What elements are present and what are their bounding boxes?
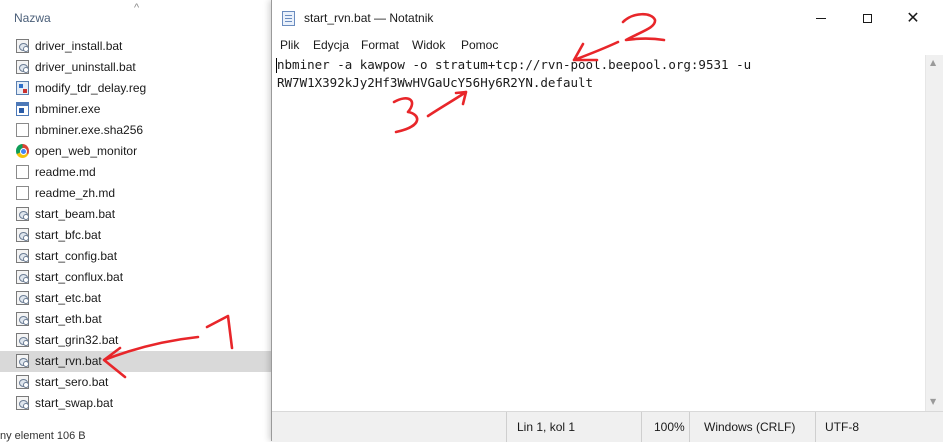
file-name: start_eth.bat bbox=[35, 312, 102, 326]
status-zoom-segment: 100% bbox=[641, 412, 690, 442]
file-name: start_conflux.bat bbox=[35, 270, 124, 284]
scroll-down-icon[interactable]: ▼ bbox=[930, 397, 936, 406]
file-row[interactable]: start_config.bat bbox=[0, 246, 272, 267]
close-icon: ✕ bbox=[906, 8, 920, 27]
file-name: nbminer.exe.sha256 bbox=[35, 123, 144, 137]
file-row[interactable]: nbminer.exe bbox=[0, 99, 272, 120]
file-icon bbox=[16, 186, 29, 200]
menu-format[interactable]: Format bbox=[361, 38, 399, 52]
file-name: open_web_monitor bbox=[35, 144, 138, 158]
scroll-up-icon[interactable]: ▲ bbox=[930, 58, 936, 67]
menu-edycja[interactable]: Edycja bbox=[313, 38, 349, 52]
name-column-header[interactable]: Nazwa bbox=[14, 11, 51, 25]
bat-file-icon bbox=[16, 39, 29, 53]
bat-file-icon bbox=[16, 60, 29, 74]
status-position-segment: Lin 1, kol 1 bbox=[506, 412, 642, 442]
file-icon bbox=[16, 123, 29, 137]
file-row[interactable]: readme_zh.md bbox=[0, 183, 272, 204]
file-row[interactable]: start_bfc.bat bbox=[0, 225, 272, 246]
status-encoding-segment: UTF-8 bbox=[815, 412, 926, 442]
file-name: start_swap.bat bbox=[35, 396, 114, 410]
file-name: readme_zh.md bbox=[35, 186, 116, 200]
menu-pomoc[interactable]: Pomoc bbox=[461, 38, 498, 52]
file-row[interactable]: start_swap.bat bbox=[0, 393, 272, 414]
sort-up-icon: ^ bbox=[134, 2, 140, 14]
reg-file-icon bbox=[16, 81, 29, 95]
notepad-window: start_rvn.bat — Notatnik ✕ Plik Edycja F… bbox=[271, 0, 943, 442]
zoom-level: 100% bbox=[654, 420, 685, 434]
menu-widok[interactable]: Widok bbox=[412, 38, 445, 52]
file-row[interactable]: driver_install.bat bbox=[0, 36, 272, 57]
file-row[interactable]: driver_uninstall.bat bbox=[0, 57, 272, 78]
bat-file-icon bbox=[16, 375, 29, 389]
editor-line-1: nbminer -a kawpow -o stratum+tcp://rvn-p… bbox=[277, 57, 752, 72]
line-ending: Windows (CRLF) bbox=[704, 420, 796, 434]
file-name: nbminer.exe bbox=[35, 102, 101, 116]
file-row[interactable]: start_conflux.bat bbox=[0, 267, 272, 288]
title-bar[interactable]: start_rvn.bat — Notatnik ✕ bbox=[272, 0, 943, 36]
text-editor[interactable]: nbminer -a kawpow -o stratum+tcp://rvn-p… bbox=[272, 55, 925, 411]
exe-file-icon bbox=[16, 102, 29, 116]
vertical-scrollbar[interactable]: ▲ ▼ bbox=[925, 55, 943, 411]
file-row[interactable]: start_eth.bat bbox=[0, 309, 272, 330]
file-name: start_rvn.bat bbox=[35, 354, 102, 368]
file-row[interactable]: readme.md bbox=[0, 162, 272, 183]
file-name: start_config.bat bbox=[35, 249, 118, 263]
status-line-ending-segment: Windows (CRLF) bbox=[689, 412, 816, 442]
editor-line-2: RW7W1X392kJy2Hf3WwHVGaUcY56Hy6R2YN.defau… bbox=[277, 75, 594, 90]
cursor-position: Lin 1, kol 1 bbox=[517, 420, 576, 434]
file-row[interactable]: start_sero.bat bbox=[0, 372, 272, 393]
file-name: start_beam.bat bbox=[35, 207, 116, 221]
file-row[interactable]: open_web_monitor bbox=[0, 141, 272, 162]
file-name: start_bfc.bat bbox=[35, 228, 102, 242]
status-bar: Lin 1, kol 1 100% Windows (CRLF) UTF-8 bbox=[272, 411, 943, 442]
minimize-button[interactable] bbox=[798, 0, 844, 36]
file-name: readme.md bbox=[35, 165, 96, 179]
notepad-icon bbox=[282, 11, 295, 26]
explorer-status: ny element 106 B bbox=[0, 430, 86, 442]
file-name: modify_tdr_delay.reg bbox=[35, 81, 147, 95]
maximize-icon bbox=[862, 13, 872, 23]
menu-bar: Plik Edycja Format Widok Pomoc bbox=[272, 36, 943, 55]
bat-file-icon bbox=[16, 228, 29, 242]
close-button[interactable]: ✕ bbox=[890, 0, 936, 36]
bat-file-icon bbox=[16, 396, 29, 410]
file-name: start_grin32.bat bbox=[35, 333, 119, 347]
bat-file-icon bbox=[16, 312, 29, 326]
menu-plik[interactable]: Plik bbox=[280, 38, 299, 52]
file-row[interactable]: start_grin32.bat bbox=[0, 330, 272, 351]
column-header[interactable]: Nazwa ^ bbox=[0, 0, 272, 34]
bat-file-icon bbox=[16, 354, 29, 368]
file-row[interactable]: modify_tdr_delay.reg bbox=[0, 78, 272, 99]
file-name: driver_uninstall.bat bbox=[35, 60, 136, 74]
bat-file-icon bbox=[16, 333, 29, 347]
window-title: start_rvn.bat — Notatnik bbox=[304, 11, 434, 25]
bat-file-icon bbox=[16, 291, 29, 305]
file-row[interactable]: start_beam.bat bbox=[0, 204, 272, 225]
maximize-button[interactable] bbox=[844, 0, 890, 36]
file-row[interactable]: start_etc.bat bbox=[0, 288, 272, 309]
file-name: driver_install.bat bbox=[35, 39, 123, 53]
bat-file-icon bbox=[16, 207, 29, 221]
file-row[interactable]: start_rvn.bat bbox=[0, 351, 272, 372]
encoding: UTF-8 bbox=[825, 420, 859, 434]
file-name: start_sero.bat bbox=[35, 375, 109, 389]
file-row[interactable]: nbminer.exe.sha256 bbox=[0, 120, 272, 141]
file-name: start_etc.bat bbox=[35, 291, 102, 305]
chrome-icon bbox=[16, 144, 29, 158]
bat-file-icon bbox=[16, 270, 29, 284]
bat-file-icon bbox=[16, 249, 29, 263]
minimize-icon bbox=[816, 17, 826, 19]
file-icon bbox=[16, 165, 29, 179]
